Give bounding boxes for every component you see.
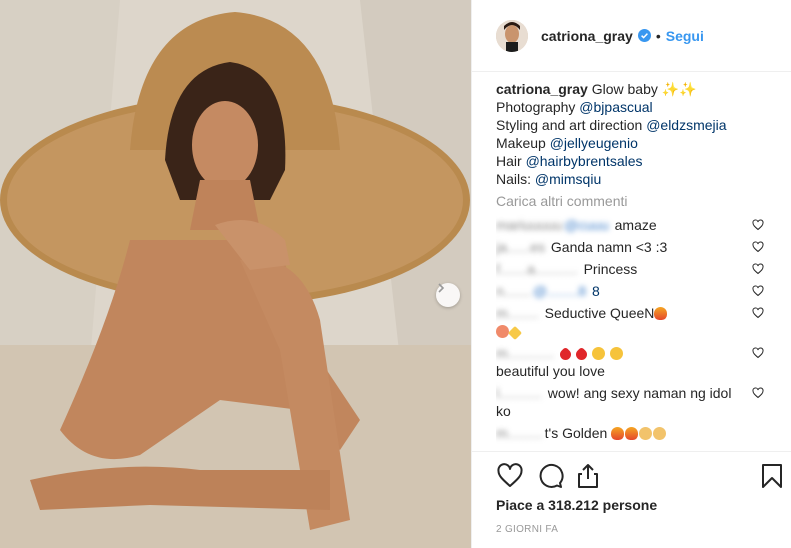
- post-timestamp[interactable]: 2 GIORNI FA: [496, 524, 558, 535]
- post-photo[interactable]: [0, 0, 471, 548]
- comment: m......... t's Golden: [496, 424, 768, 442]
- comment: ja......es Ganda namn <3 :3: [496, 238, 768, 256]
- avatar[interactable]: [496, 19, 528, 52]
- comment-like-icon[interactable]: [752, 347, 764, 359]
- comment-like-icon[interactable]: [752, 219, 764, 231]
- comment-mention[interactable]: @........8: [533, 283, 586, 299]
- post-actions: Piace a 318.212 persone 2 GIORNI FA: [472, 451, 791, 548]
- comment: m............ beautiful you love: [496, 344, 768, 380]
- comment: l........... wow! ang sexy naman ng idol…: [496, 384, 768, 420]
- comment: m........ Seductive QueeN: [496, 304, 768, 341]
- comment-username[interactable]: m........: [496, 305, 539, 321]
- comment-like-icon[interactable]: [752, 241, 764, 253]
- caption-line-prefix: Photography: [496, 99, 580, 115]
- comments-list[interactable]: catriona_gray Glow baby ✨✨ Photography @…: [496, 80, 768, 450]
- comment: mariuuuuu @cuuu amaze: [496, 216, 768, 234]
- heart-icon[interactable]: [496, 462, 524, 490]
- red-heart-emoji-icon: [557, 346, 574, 363]
- comment-text: Seductive QueeN: [544, 305, 655, 321]
- comment: n....... @........8 8: [496, 282, 768, 300]
- caption-line-prefix: Nails:: [496, 171, 535, 187]
- caption-line-prefix: Styling and art direction: [496, 117, 647, 133]
- victory-hand-emoji-icon: [653, 427, 667, 440]
- next-photo-button[interactable]: [436, 283, 460, 307]
- caption-mention[interactable]: @bjpascual: [579, 99, 652, 115]
- comment-username[interactable]: l...........: [496, 385, 542, 401]
- caption-mention[interactable]: @eldzsmejia: [646, 117, 726, 133]
- heart-eyes-emoji-icon: [609, 347, 623, 360]
- caption-line-prefix: Makeup: [496, 135, 550, 151]
- comment-text: Princess: [583, 261, 638, 277]
- avatar-image: [496, 19, 528, 52]
- caption-line-prefix: Hair: [496, 153, 526, 169]
- comment-like-icon[interactable]: [752, 387, 764, 399]
- comment-text: 8: [592, 283, 600, 299]
- comment-username[interactable]: f.......a...........: [496, 261, 578, 277]
- post-details-panel: catriona_gray • Segui catriona_gray Glow…: [471, 0, 791, 548]
- bookmark-icon[interactable]: [758, 462, 786, 490]
- heart-eyes-emoji-icon: [592, 347, 606, 360]
- comment: f.......a........... Princess: [496, 260, 768, 278]
- collision-emoji-icon: [611, 427, 625, 440]
- clap-emoji-icon: [639, 427, 653, 440]
- comment-text: beautiful you love: [496, 363, 605, 379]
- red-heart-emoji-icon: [573, 346, 590, 363]
- header-username[interactable]: catriona_gray: [541, 28, 633, 44]
- photo-illustration: [0, 0, 471, 548]
- comment-text: amaze: [614, 217, 657, 233]
- comment-username[interactable]: m............: [496, 345, 554, 361]
- chevron-right-icon: [438, 283, 445, 293]
- caption: catriona_gray Glow baby ✨✨ Photography @…: [496, 80, 768, 188]
- fire-emoji-icon: [654, 307, 668, 320]
- comment-like-icon[interactable]: [752, 263, 764, 275]
- follow-button[interactable]: Segui: [666, 28, 704, 44]
- action-icons: [496, 462, 782, 490]
- share-icon[interactable]: [574, 462, 602, 490]
- load-more-comments-link[interactable]: Carica altri commenti: [496, 192, 768, 210]
- caption-mention[interactable]: @hairbybrentsales: [526, 153, 643, 169]
- caption-mention[interactable]: @jellyeugenio: [550, 135, 638, 151]
- spade-emoji-icon: [507, 325, 523, 341]
- comment-text: t's Golden: [544, 425, 608, 441]
- post-header: catriona_gray • Segui: [472, 0, 791, 72]
- comment-username[interactable]: m.........: [496, 425, 543, 441]
- caption-username[interactable]: catriona_gray: [496, 81, 588, 97]
- comment-username[interactable]: ja......es: [496, 239, 545, 255]
- fire-emoji-icon: [625, 427, 639, 440]
- comment-text: Ganda namn <3 :3: [550, 239, 668, 255]
- header-separator: •: [655, 27, 661, 44]
- caption-text: Glow baby ✨✨: [591, 81, 697, 97]
- comment-like-icon[interactable]: [752, 307, 764, 319]
- comment-username[interactable]: mariuuuuu: [496, 217, 562, 233]
- comment-mention[interactable]: @cuuu: [564, 217, 609, 233]
- verified-badge-icon: [637, 29, 651, 42]
- likes-count[interactable]: Piace a 318.212 persone: [496, 497, 657, 513]
- comment-username[interactable]: n.......: [496, 283, 531, 299]
- caption-mention[interactable]: @mimsqiu: [535, 171, 601, 187]
- comment-like-icon[interactable]: [752, 285, 764, 297]
- peach-emoji-icon: [496, 325, 509, 338]
- comment-icon[interactable]: [536, 462, 564, 490]
